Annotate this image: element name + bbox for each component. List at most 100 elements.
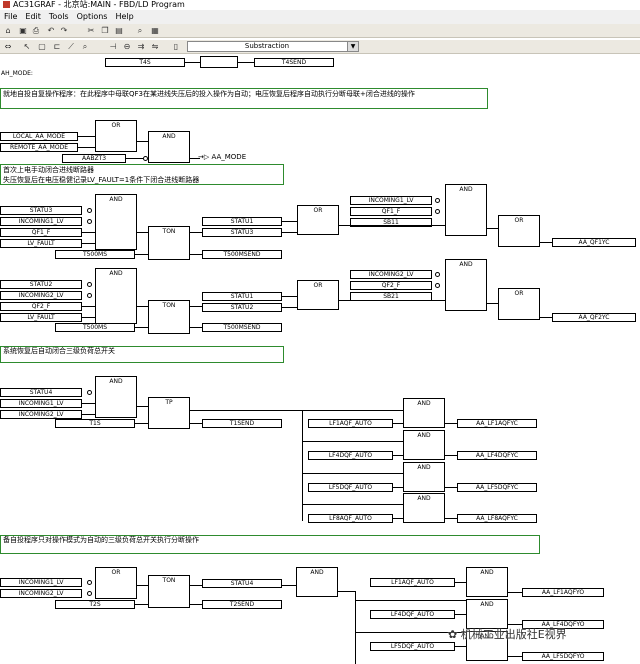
var-aa-lf5dqfyo[interactable]: AA_LF5DQFYO — [522, 652, 604, 661]
chevron-down-icon[interactable]: ▼ — [347, 42, 358, 51]
var-incoming1[interactable]: INCOMING1_LV — [0, 217, 82, 226]
var-aa-lf4dqfyc[interactable]: AA_LF4DQFYC — [457, 451, 537, 460]
var-statu4[interactable]: STATU4 — [0, 388, 82, 397]
var-statu3[interactable]: STATU3 — [202, 228, 282, 237]
var-t500ms[interactable]: T500MS — [55, 250, 135, 259]
var-aabzt3[interactable]: AABZT3 — [62, 154, 126, 163]
var-lf8aqf-auto[interactable]: LF8AQF_AUTO — [308, 514, 393, 523]
block-type-select[interactable]: Substraction ▼ — [187, 41, 359, 52]
var-incoming2-d[interactable]: INCOMING2_LV — [0, 589, 82, 598]
paste-icon[interactable]: ▤ — [114, 26, 124, 36]
var-qf1f[interactable]: QF1_F — [0, 228, 82, 237]
var-t500ms-2[interactable]: T500MS — [55, 323, 135, 332]
label-icon[interactable]: ⌕ — [80, 42, 90, 52]
var-t4send[interactable]: T4SEND — [254, 58, 334, 67]
undo-icon[interactable]: ↶ — [46, 26, 56, 36]
or-block-qf1[interactable]: OR — [297, 205, 339, 235]
var-incoming1-b[interactable]: INCOMING1_LV — [350, 196, 432, 205]
var-qf1f-b[interactable]: QF1_F — [350, 207, 432, 216]
var-t500msend[interactable]: T500MSEND — [202, 250, 282, 259]
ton-block-qf2[interactable]: TON — [148, 300, 190, 334]
var-lf5dqf-auto-b[interactable]: LF5DQF_AUTO — [370, 642, 455, 651]
and-block-qf2-b[interactable]: AND — [445, 259, 487, 311]
coil-icon[interactable]: ⊖ — [122, 42, 132, 52]
redo-icon[interactable]: ↷ — [59, 26, 69, 36]
var-t500msend-2[interactable]: T500MSEND — [202, 323, 282, 332]
and-block-shed[interactable]: AND — [296, 567, 338, 597]
var-status3[interactable]: STATU3 — [0, 206, 82, 215]
var-statu1[interactable]: STATU1 — [202, 217, 282, 226]
var-statu1-b[interactable]: STATU1 — [202, 292, 282, 301]
block-icon[interactable]: ▢ — [37, 42, 47, 52]
return-icon[interactable]: ⇋ — [150, 42, 160, 52]
menu-options[interactable]: Options — [73, 12, 112, 21]
or-block-shed[interactable]: OR — [95, 567, 137, 599]
var-statu2-b[interactable]: STATU2 — [202, 303, 282, 312]
and-block-lf5[interactable]: AND — [403, 462, 445, 492]
rung-icon[interactable]: ▯ — [171, 42, 181, 52]
var-aa-qf1yc[interactable]: AA_QF1YC — [552, 238, 636, 247]
ton-block-shed[interactable]: TON — [148, 575, 190, 608]
line-icon[interactable]: ⟋ — [66, 42, 76, 52]
and-block-restore[interactable]: AND — [95, 376, 137, 418]
var-statu4-b[interactable]: STATU4 — [202, 579, 282, 588]
var-t2s[interactable]: T2S — [55, 600, 135, 609]
connect-icon[interactable]: ⇔ — [3, 42, 13, 52]
copy-icon[interactable]: ❐ — [100, 26, 110, 36]
var-t1s[interactable]: T1S — [55, 419, 135, 428]
menu-help[interactable]: Help — [111, 12, 137, 21]
save-icon[interactable]: ▣ — [18, 26, 28, 36]
var-qf2f[interactable]: QF2_F — [0, 302, 82, 311]
var-local-aa-mode[interactable]: LOCAL_AA_MODE — [0, 132, 78, 141]
grid-icon[interactable]: ▦ — [150, 26, 160, 36]
var-incoming2-b[interactable]: INCOMING2_LV — [350, 270, 432, 279]
var-aa-qf2yc[interactable]: AA_QF2YC — [552, 313, 636, 322]
var-lvfault[interactable]: LV_FAULT — [0, 239, 82, 248]
block-top[interactable] — [200, 56, 238, 68]
or-block-aa[interactable]: OR — [95, 120, 137, 152]
var-t2send[interactable]: T2SEND — [202, 600, 282, 609]
contact-icon[interactable]: ⊣ — [108, 42, 118, 52]
var-t1send[interactable]: T1SEND — [202, 419, 282, 428]
search-icon[interactable]: ⌕ — [135, 26, 145, 36]
and-block-qf1[interactable]: AND — [95, 194, 137, 250]
var-incoming2[interactable]: INCOMING2_LV — [0, 291, 82, 300]
ton-block-qf1[interactable]: TON — [148, 226, 190, 260]
var-aa-lf8aqfyc[interactable]: AA_LF8AQFYC — [457, 514, 537, 523]
menu-tools[interactable]: Tools — [45, 12, 73, 21]
var-incoming1-c[interactable]: INCOMING1_LV — [0, 399, 82, 408]
jump-icon[interactable]: ⇉ — [136, 42, 146, 52]
var-aa-lf5dqfyc[interactable]: AA_LF5DQFYC — [457, 483, 537, 492]
variable-icon[interactable]: ⊏ — [52, 42, 62, 52]
print-icon[interactable]: ⎙ — [31, 26, 41, 36]
fbd-canvas[interactable]: T4S T4SEND AH_MODE: 就地自投自复操作程序：在此程序中母联QF… — [0, 55, 640, 664]
var-incoming1-d[interactable]: INCOMING1_LV — [0, 578, 82, 587]
var-lf5dqf-auto[interactable]: LF5DQF_AUTO — [308, 483, 393, 492]
var-lf1aqf-auto-b[interactable]: LF1AQF_AUTO — [370, 578, 455, 587]
and-block-lf1-b[interactable]: AND — [466, 567, 508, 597]
var-aa-lf1aqfyo[interactable]: AA_LF1AQFYO — [522, 588, 604, 597]
var-statu2[interactable]: STATU2 — [0, 280, 82, 289]
or-block-qf2[interactable]: OR — [297, 280, 339, 310]
var-incoming2-c[interactable]: INCOMING2_LV — [0, 410, 82, 419]
and-block-qf2[interactable]: AND — [95, 268, 137, 324]
menu-edit[interactable]: Edit — [21, 12, 45, 21]
home-icon[interactable]: ⌂ — [3, 26, 13, 36]
var-lf4dqf-auto-b[interactable]: LF4DQF_AUTO — [370, 610, 455, 619]
and-block-qf1-b[interactable]: AND — [445, 184, 487, 236]
var-lf4dqf-auto[interactable]: LF4DQF_AUTO — [308, 451, 393, 460]
and-block-lf4[interactable]: AND — [403, 430, 445, 460]
var-qf2f-b[interactable]: QF2_F — [350, 281, 432, 290]
or-block-qf1-b[interactable]: OR — [498, 215, 540, 247]
menu-file[interactable]: File — [0, 12, 21, 21]
cut-icon[interactable]: ✂ — [86, 26, 96, 36]
var-lf1aqf-auto[interactable]: LF1AQF_AUTO — [308, 419, 393, 428]
and-block-lf8[interactable]: AND — [403, 493, 445, 523]
var-remote-aa-mode[interactable]: REMOTE_AA_MODE — [0, 143, 78, 152]
and-block-aa[interactable]: AND — [148, 131, 190, 163]
or-block-qf2-b[interactable]: OR — [498, 288, 540, 320]
and-block-lf4-b[interactable]: AND — [466, 599, 508, 629]
var-t4s[interactable]: T4S — [105, 58, 185, 67]
tp-block[interactable]: TP — [148, 397, 190, 429]
var-aa-lf1aqfyc[interactable]: AA_LF1AQFYC — [457, 419, 537, 428]
